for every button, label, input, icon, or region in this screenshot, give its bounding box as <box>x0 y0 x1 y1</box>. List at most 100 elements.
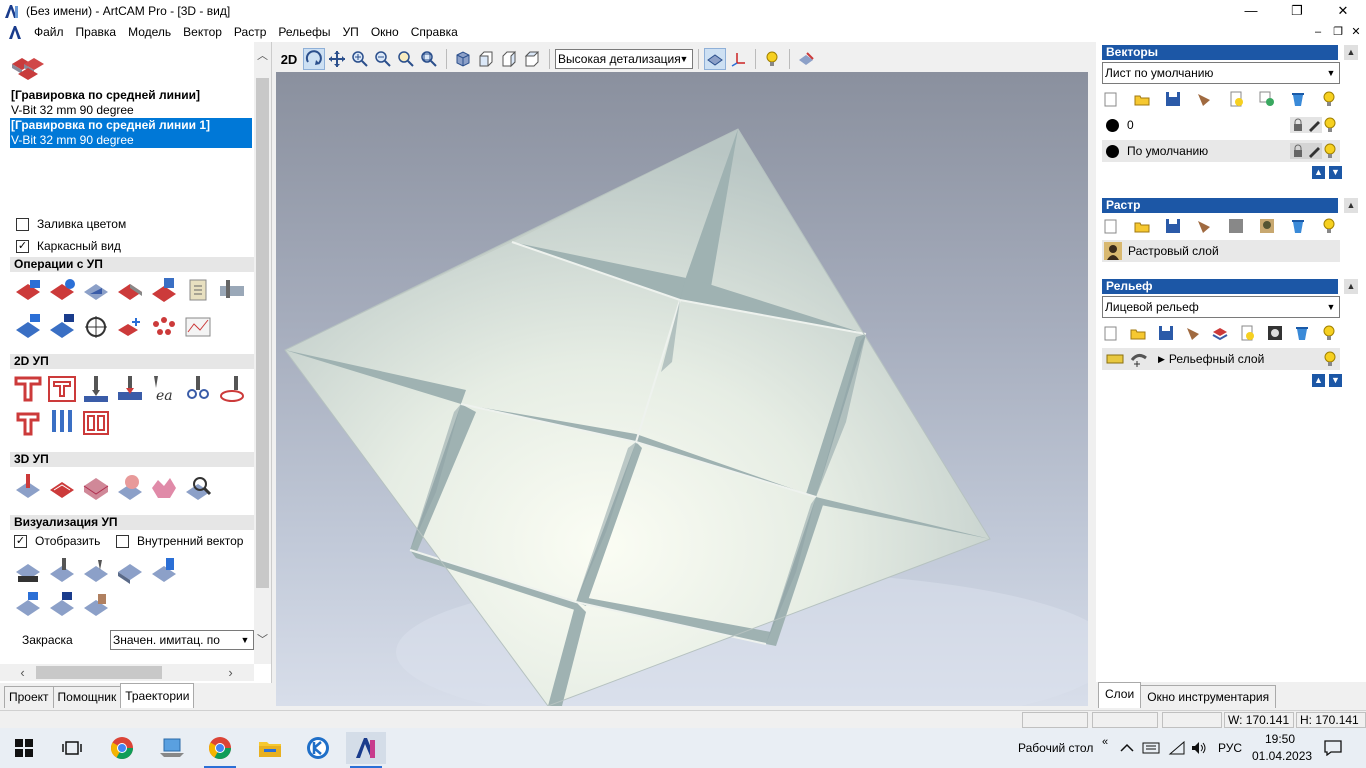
save-toolpath-icon[interactable] <box>182 276 214 306</box>
lock-icon[interactable] <box>1290 143 1306 159</box>
toolpath-item[interactable]: [Гравировка по средней линии] <box>10 88 252 103</box>
new-layer-icon[interactable] <box>1102 90 1120 108</box>
notifications-icon[interactable] <box>1324 728 1342 768</box>
simulation-relief-icon[interactable] <box>80 590 112 620</box>
simulate-material-icon[interactable] <box>80 556 112 586</box>
relief-visibility-icon[interactable] <box>1106 351 1124 367</box>
tab-layers[interactable]: Слои <box>1098 682 1142 708</box>
load-toolpath-icon[interactable] <box>12 312 44 342</box>
tray-expand-icon[interactable] <box>1120 728 1134 768</box>
simulation-block-icon[interactable] <box>114 556 146 586</box>
tab-assistant[interactable]: Помощник <box>52 686 122 708</box>
fill-color-checkbox[interactable]: Заливка цветом <box>16 217 126 231</box>
artcam-doc-icon[interactable] <box>8 24 24 40</box>
vector-layer-row[interactable]: 0 <box>1102 114 1340 136</box>
top-view-icon[interactable] <box>521 48 543 70</box>
collapse-icon[interactable]: ▲ <box>1344 279 1358 294</box>
relief-shading-icon[interactable] <box>704 48 726 70</box>
pen-icon[interactable] <box>1306 143 1322 159</box>
menu-file[interactable]: Файл <box>28 25 70 39</box>
visibility-bulb-icon[interactable] <box>1322 351 1338 367</box>
menu-edit[interactable]: Правка <box>70 25 123 39</box>
delete-layer-icon[interactable] <box>1289 90 1307 108</box>
visibility-bulb-icon[interactable] <box>1322 143 1338 159</box>
calculate-toolpath-icon[interactable] <box>12 276 44 306</box>
artcam-taskbar-icon[interactable] <box>346 732 386 768</box>
merge-layers-icon[interactable] <box>1184 324 1202 342</box>
save-layer-icon[interactable] <box>1157 324 1175 342</box>
language-indicator[interactable]: РУС <box>1218 728 1242 768</box>
open-layer-icon[interactable] <box>1129 324 1147 342</box>
left-vertical-scrollbar[interactable]: ︿ ﹀ <box>254 42 271 664</box>
toolpath-info-icon[interactable] <box>46 276 78 306</box>
3d-viewport[interactable] <box>276 72 1088 706</box>
section-2d-toolpaths[interactable]: 2D УП <box>10 354 254 369</box>
lights-icon[interactable] <box>1320 217 1338 235</box>
bitmap-layer-row[interactable]: Растровый слой <box>1102 240 1340 262</box>
lights-icon[interactable] <box>1320 324 1338 342</box>
load-simulation-icon[interactable] <box>12 590 44 620</box>
left-horizontal-scrollbar[interactable]: ‹ › <box>0 664 254 681</box>
layer-properties-icon[interactable] <box>1258 90 1276 108</box>
move-down-icon[interactable]: ▼ <box>1329 166 1342 179</box>
iso-view-icon[interactable] <box>452 48 474 70</box>
material-settings-icon[interactable] <box>795 48 817 70</box>
menu-vector[interactable]: Вектор <box>177 25 228 39</box>
scroll-right-icon[interactable]: › <box>222 664 239 681</box>
tab-toolpaths[interactable]: Траектории <box>120 683 195 708</box>
save-toolpath-file-icon[interactable] <box>46 312 78 342</box>
tool-database-icon[interactable] <box>216 276 248 306</box>
save-simulation-icon[interactable] <box>46 590 78 620</box>
relief-texture-icon[interactable] <box>1266 324 1284 342</box>
open-layer-icon[interactable] <box>1133 90 1151 108</box>
minimize-button[interactable]: — <box>1228 0 1274 22</box>
visibility-bulb-icon[interactable] <box>1322 117 1338 133</box>
scroll-down-icon[interactable]: ﹀ <box>254 632 271 649</box>
task-view-icon[interactable] <box>52 732 92 764</box>
merge-layers-icon[interactable] <box>1195 90 1213 108</box>
save-layer-icon[interactable] <box>1164 217 1182 235</box>
zoom-window-icon[interactable] <box>395 48 417 70</box>
detail-level-dropdown[interactable]: Высокая детализация ▼ <box>555 49 693 69</box>
toolpath-tool-item-selected[interactable]: V-Bit 32 mm 90 degree <box>10 133 252 148</box>
mdi-restore-button[interactable]: ❐ <box>1328 24 1348 40</box>
axes-icon[interactable] <box>727 48 749 70</box>
chevron-down-icon[interactable]: ▼ <box>1323 297 1339 317</box>
checkbox-box-checked[interactable]: ✓ <box>16 239 29 253</box>
save-layer-icon[interactable] <box>1164 90 1182 108</box>
zoom-extents-icon[interactable] <box>418 48 440 70</box>
smart-engraving-icon[interactable] <box>216 374 248 404</box>
desktop-chevron[interactable]: « <box>1102 722 1108 762</box>
relief-header[interactable]: Рельеф ▲ <box>1102 279 1358 294</box>
windows-start-icon[interactable] <box>4 732 44 764</box>
view-2d-button[interactable]: 2D <box>276 48 302 70</box>
open-layer-icon[interactable] <box>1133 217 1151 235</box>
move-down-icon[interactable]: ▼ <box>1329 374 1342 387</box>
simulation-tool-icon[interactable] <box>148 556 180 586</box>
bitmap-grey-icon[interactable] <box>1227 217 1245 235</box>
delete-layer-icon[interactable] <box>1289 217 1307 235</box>
scrollbar-thumb[interactable] <box>36 666 162 679</box>
checkbox-box[interactable] <box>116 534 129 548</box>
menu-model[interactable]: Модель <box>122 25 177 39</box>
wireframe-checkbox[interactable]: ✓ Каркасный вид <box>16 239 121 253</box>
shading-dropdown[interactable]: Значен. имитац. по ▼ <box>110 630 254 650</box>
collapse-icon[interactable]: ▲ <box>1344 198 1358 213</box>
transform-toolpath-icon[interactable] <box>80 312 112 342</box>
k-app-icon[interactable] <box>298 732 338 764</box>
3d-rest-machining-icon[interactable] <box>148 472 180 502</box>
vector-sheet-dropdown[interactable]: Лист по умолчанию ▼ <box>1102 62 1340 84</box>
expand-arrow-icon[interactable]: ▶ <box>1158 354 1165 365</box>
simulate-toolpath-icon[interactable] <box>80 276 112 306</box>
chevron-down-icon[interactable]: ▼ <box>1323 63 1339 83</box>
batch-toolpath-icon[interactable] <box>148 276 180 306</box>
front-view-icon[interactable] <box>475 48 497 70</box>
profile-toolpath-icon[interactable] <box>12 374 44 404</box>
feature-machining-icon[interactable] <box>80 408 112 438</box>
zoom-out-icon[interactable] <box>372 48 394 70</box>
light-bulb-icon[interactable] <box>761 48 783 70</box>
checkbox-box-checked[interactable]: ✓ <box>14 534 27 548</box>
tab-project[interactable]: Проект <box>4 686 54 708</box>
vectors-header[interactable]: Векторы ▲ <box>1102 45 1358 60</box>
checkbox-box[interactable] <box>16 217 29 231</box>
